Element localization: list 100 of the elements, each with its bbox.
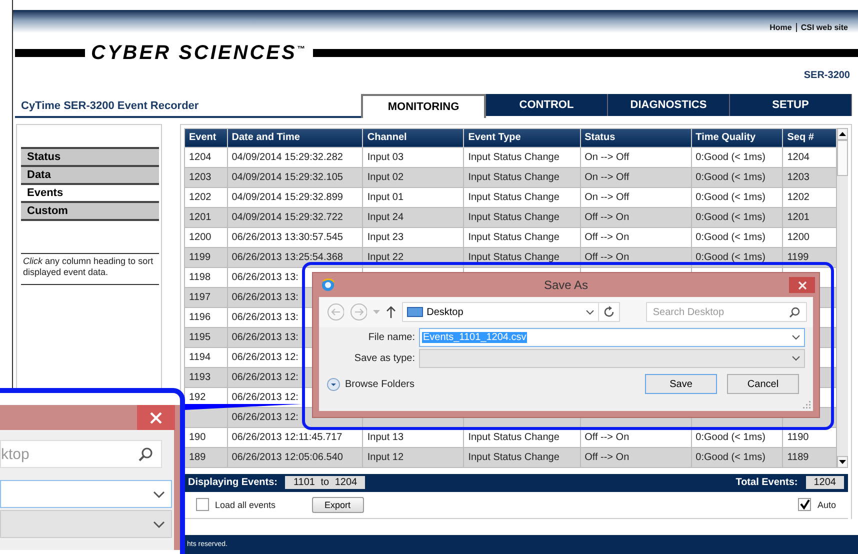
table-cell: 1194: [189, 352, 211, 362]
table-cell: 189: [189, 452, 206, 462]
total-events: 1204: [806, 476, 844, 489]
table-cell: On --> Off: [584, 152, 630, 162]
table-cell: 1199: [787, 252, 809, 262]
export-button[interactable]: Export: [312, 496, 364, 512]
checkbox[interactable]: [196, 498, 209, 511]
table-cell: 192: [189, 392, 206, 402]
dropdown-field[interactable]: [0, 510, 172, 538]
table-cell: Input Status Change: [468, 452, 560, 462]
logo: CYBER SCIENCES$^{™}$: [90, 42, 308, 65]
table-cell: Input 24: [367, 212, 404, 222]
table-cell: Input Status Change: [468, 232, 560, 242]
chevron-down-icon[interactable]: [792, 335, 800, 340]
column-header[interactable]: Event: [184, 128, 228, 147]
scroll-up-button[interactable]: [837, 128, 848, 140]
table-cell: 04/09/2014 15:29:32.282: [232, 152, 343, 162]
checkbox-label: Load all events: [215, 500, 276, 510]
table-cell: Input 13: [367, 432, 404, 442]
tab[interactable]: CONTROL: [486, 94, 608, 116]
dialog-button[interactable]: Save: [645, 374, 717, 394]
table-cell: 04/09/2014 15:29:32.105: [232, 172, 343, 182]
scrollbar-thumb[interactable]: [837, 140, 848, 176]
table-cell: Input Status Change: [468, 172, 560, 182]
table-cell: Input 01: [367, 192, 404, 202]
chevron-down-icon: [792, 356, 800, 361]
search-icon: [138, 446, 153, 462]
column-header[interactable]: Date and Time: [227, 128, 363, 147]
expand-icon: [327, 378, 340, 390]
close-icon: [798, 280, 806, 290]
column-header[interactable]: Seq #: [782, 128, 837, 147]
table-cell: 06/26/2013 13:30:57.545: [232, 232, 343, 242]
close-button[interactable]: [789, 277, 815, 293]
table-cell: 06/26/2013 12:05:06.540: [232, 452, 343, 462]
refresh-icon[interactable]: [602, 306, 615, 318]
table-cell: 0:Good (< 1ms): [696, 232, 766, 242]
table-cell: 1200: [189, 232, 212, 242]
resize-grip-icon[interactable]: [803, 401, 811, 409]
table-cell: 06/26/2013 12:: [232, 392, 298, 402]
table-cell: 1189: [787, 452, 809, 462]
table-cell: 0:Good (< 1ms): [696, 172, 766, 182]
product-name: SER-3200: [804, 70, 850, 81]
tab[interactable]: MONITORING: [361, 94, 486, 118]
table-cell: Input Status Change: [468, 192, 560, 202]
table-cell: Input Status Change: [468, 432, 560, 442]
table-cell: On --> Off: [584, 192, 630, 202]
table-cell: 0:Good (< 1ms): [696, 192, 766, 202]
sidebar-item[interactable]: Data: [21, 164, 159, 182]
table-cell: Off --> On: [584, 452, 630, 462]
column-header[interactable]: Status: [580, 128, 692, 147]
table-cell: Input Status Change: [468, 152, 560, 162]
chevron-down-icon: [153, 520, 165, 528]
field-label: File name:: [367, 332, 416, 343]
column-header[interactable]: Channel: [362, 128, 464, 147]
column-header[interactable]: Event Type: [464, 128, 580, 147]
dropdown-field[interactable]: [0, 480, 172, 508]
table-cell: 06/26/2013 13:25:54.368: [232, 252, 343, 262]
site-link[interactable]: CSI web site: [800, 23, 848, 34]
table-cell: 1200: [787, 232, 810, 242]
table-cell: 06/26/2013 12:: [232, 352, 298, 362]
table-cell: 1196: [189, 312, 211, 322]
tab[interactable]: SETUP: [730, 94, 852, 116]
chevron-down-icon: [153, 490, 165, 498]
table-cell: 06/26/2013 12:11:45.717: [232, 432, 342, 442]
table-cell: 06/26/2013 13:: [232, 332, 298, 342]
dialog-button[interactable]: Cancel: [727, 374, 799, 394]
table-cell: Off --> On: [584, 432, 630, 442]
close-button[interactable]: [137, 405, 175, 430]
field-label: Save as type:: [353, 353, 416, 364]
app-icon: [321, 278, 335, 292]
tab[interactable]: DIAGNOSTICS: [608, 94, 730, 116]
table-cell: Off --> On: [584, 232, 630, 242]
desktop-icon: [406, 306, 423, 318]
search-icon: [788, 306, 800, 318]
up-arrow-icon[interactable]: [386, 306, 396, 318]
table-cell: Off --> On: [584, 212, 630, 222]
sidebar-item[interactable]: Status: [21, 146, 159, 164]
table-cell: 1201: [787, 212, 810, 222]
table-cell: 1193: [189, 372, 211, 382]
address-bar[interactable]: Desktop: [402, 302, 620, 322]
table-cell: Input 02: [367, 172, 404, 182]
table-cell: 1201: [189, 212, 212, 222]
table-cell: Input 23: [367, 232, 404, 242]
table-cell: 1203: [787, 172, 810, 182]
table-cell: 1190: [787, 432, 809, 442]
checkbox[interactable]: [798, 498, 812, 511]
browse-folders-toggle[interactable]: Browse Folders: [327, 378, 414, 390]
chevron-down-icon[interactable]: [586, 310, 594, 314]
home-link[interactable]: Home: [770, 23, 792, 34]
table-cell: 0:Good (< 1ms): [696, 252, 766, 262]
column-header[interactable]: Time Quality: [691, 128, 783, 147]
table-cell: 1202: [189, 192, 212, 202]
table-cell: 06/26/2013 13:: [232, 272, 298, 282]
sidebar-item[interactable]: Custom: [21, 200, 159, 220]
logo-bar: [15, 49, 85, 58]
table-cell: 06/26/2013 12:: [232, 412, 298, 422]
scroll-down-button[interactable]: [837, 456, 848, 468]
table-cell: Input Status Change: [468, 212, 560, 222]
caret-down-icon: [839, 460, 846, 464]
table-cell: 190: [189, 432, 206, 442]
